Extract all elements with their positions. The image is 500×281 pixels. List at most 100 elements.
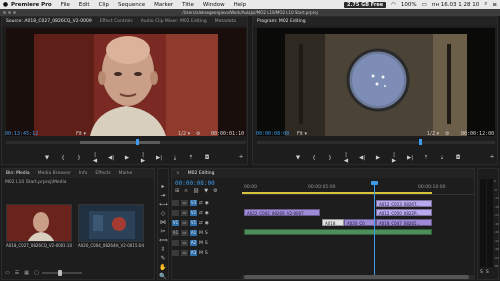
tab-bin-media[interactable]: Bin: Media [2, 171, 34, 176]
v3-source-patch[interactable] [172, 200, 179, 206]
menu-premiere-pro[interactable]: Premiere Pro [11, 2, 52, 8]
a3-mute-icon[interactable]: M [199, 251, 203, 256]
a3-target[interactable]: A3 [190, 250, 197, 256]
menu-title[interactable]: Title [182, 2, 194, 8]
a1-target[interactable]: A1 [190, 230, 197, 236]
source-add-button-icon[interactable]: + [238, 154, 244, 160]
media-item-2-label[interactable]: A020_C004_08264H_V2-0017 5:04 [78, 243, 144, 248]
clip-v1-a018-c047[interactable]: A018_C047_08265... [376, 219, 432, 226]
source-resolution[interactable]: 1/2 ▾ [178, 131, 190, 137]
source-mark-in-icon[interactable]: { [60, 155, 66, 161]
icon-view-icon[interactable]: ▦ [24, 270, 29, 276]
zoom-slider-handle[interactable] [58, 270, 62, 276]
a3-lock-icon[interactable]: ▭ [181, 250, 188, 256]
program-go-in-icon[interactable]: |◀ [343, 152, 349, 164]
menu-marker[interactable]: Marker [154, 2, 173, 8]
list-view-icon[interactable]: ☰ [15, 270, 19, 276]
source-step-forward-icon[interactable]: |▶ [140, 152, 146, 164]
menubar-clock[interactable]: пн 16.03 1 28 10 [432, 2, 479, 8]
solo-right-button[interactable]: S [486, 270, 489, 275]
source-go-out-icon[interactable]: ▶| [156, 155, 162, 161]
program-extract-icon[interactable]: ⇣ [439, 155, 445, 161]
battery-icon[interactable]: ▭ [422, 2, 427, 8]
source-zoom-fit[interactable]: Fit ▾ [76, 131, 86, 137]
menu-window[interactable]: Window [203, 2, 225, 8]
timeline-close-icon[interactable]: × [172, 171, 184, 176]
v1-source-patch[interactable]: V1 [172, 220, 179, 226]
a3-source-patch[interactable] [172, 250, 179, 256]
timeline-playhead[interactable] [374, 181, 375, 275]
apple-menu-icon[interactable]: ● [0, 1, 11, 8]
tab-program[interactable]: Program: M02 Editing [253, 19, 310, 24]
program-resolution[interactable]: 1/2 ▾ [427, 131, 439, 137]
program-lift-icon[interactable]: ⇡ [423, 155, 429, 161]
zoom-tool-icon[interactable]: 🔍 [159, 273, 167, 281]
source-marker-icon[interactable]: ▼ [44, 155, 50, 161]
menu-sequence[interactable]: Sequence [118, 2, 145, 8]
program-marker-icon[interactable]: ▼ [295, 155, 301, 161]
a2-lock-icon[interactable]: ▭ [181, 240, 188, 246]
v2-source-patch[interactable] [172, 210, 179, 216]
v3-sync-icon[interactable]: ⇄ [199, 201, 203, 206]
timeline-ruler[interactable]: 00:00 00:00:05:00 00:00:10:00 [242, 181, 474, 195]
work-area-bar[interactable] [242, 192, 432, 194]
tab-effect-controls[interactable]: Effect Controls [96, 19, 137, 24]
razor-tool-icon[interactable]: ✂ [159, 228, 167, 236]
window-controls[interactable] [3, 11, 16, 14]
source-video-frame[interactable] [6, 28, 246, 136]
rate-stretch-tool-icon[interactable]: ⋈ [159, 219, 167, 227]
lock-icon[interactable]: ▭ [5, 270, 10, 276]
add-marker-icon[interactable]: ▼ [204, 188, 208, 194]
program-mark-out-icon[interactable]: } [327, 155, 333, 161]
media-thumbnail-1[interactable] [6, 204, 72, 242]
v3-target[interactable]: V3 [190, 200, 197, 206]
v2-target[interactable]: V2 [190, 210, 197, 216]
timeline-timecode[interactable]: 00:00:08:00 [175, 180, 215, 187]
media-thumbnail-2[interactable] [78, 204, 144, 242]
a2-solo-icon[interactable]: S [205, 241, 208, 246]
program-playhead[interactable] [419, 139, 422, 145]
a1-mute-icon[interactable]: M [199, 231, 203, 236]
ripple-edit-tool-icon[interactable]: ⟷ [159, 201, 168, 209]
source-wrench-icon[interactable]: ⚙ [196, 131, 200, 137]
clip-v1-a018[interactable]: A018 [322, 219, 344, 226]
a1-solo-icon[interactable]: S [205, 231, 208, 236]
timeline-settings-icon[interactable]: ⚙ [213, 188, 217, 194]
source-mark-out-icon[interactable]: } [76, 155, 82, 161]
solo-left-button[interactable]: S [480, 270, 483, 275]
slide-tool-icon[interactable]: ⇳ [159, 246, 167, 254]
program-step-forward-icon[interactable]: |▶ [391, 152, 397, 164]
source-export-frame-icon[interactable]: ◘ [204, 155, 210, 161]
notification-center-icon[interactable]: ≡ [492, 2, 497, 8]
clip-v2-a012-c050[interactable]: A012_C050_0822P... [376, 209, 432, 216]
timeline-scroll-thumb[interactable] [244, 275, 469, 279]
thumbnail-zoom-slider[interactable] [42, 270, 82, 276]
clip-v1-a022-c002[interactable]: A022_C002_0826R_V2-0007 [244, 209, 320, 216]
source-playhead[interactable] [136, 139, 139, 145]
source-play-icon[interactable]: ▶ [124, 155, 130, 161]
slip-tool-icon[interactable]: ⟺ [159, 237, 168, 245]
program-zoom-fit[interactable]: Fit ▾ [297, 131, 307, 137]
v2-eye-icon[interactable]: ◉ [205, 211, 209, 216]
v3-eye-icon[interactable]: ◉ [205, 201, 209, 206]
tab-markers[interactable]: Marke [115, 171, 137, 176]
tab-source[interactable]: Source: A018_C027_0826CQ_V2-0009 [2, 19, 96, 24]
program-mark-in-icon[interactable]: { [311, 155, 317, 161]
linked-selection-icon[interactable]: ⛓ [193, 188, 199, 194]
pen-tool-icon[interactable]: ✎ [159, 255, 167, 263]
program-export-frame-icon[interactable]: ◘ [455, 155, 461, 161]
media-item-1-label[interactable]: A018_C027_0826CQ_V2-0009 1:10 [6, 243, 72, 248]
source-scrubber[interactable] [6, 139, 246, 145]
timeline-playhead-handle[interactable] [371, 181, 378, 185]
tab-effects[interactable]: Effects [91, 171, 114, 176]
battery-percent[interactable]: 100% [401, 2, 417, 8]
v2-lock-icon[interactable]: ▭ [181, 210, 188, 216]
a1-lock-icon[interactable]: ▭ [181, 230, 188, 236]
timeline-tracks-area[interactable]: A012_C013_0826T... A012_C050_0822P... A0… [242, 181, 474, 275]
a2-target[interactable]: A2 [190, 240, 197, 246]
hand-tool-icon[interactable]: ✋ [159, 264, 167, 272]
program-play-icon[interactable]: ▶ [375, 155, 381, 161]
tab-m02-editing[interactable]: M02 Editing [184, 171, 219, 176]
source-playhead-timecode[interactable]: 00:13:45:12 [5, 131, 38, 137]
v1-sync-icon[interactable]: ⇄ [199, 221, 203, 226]
